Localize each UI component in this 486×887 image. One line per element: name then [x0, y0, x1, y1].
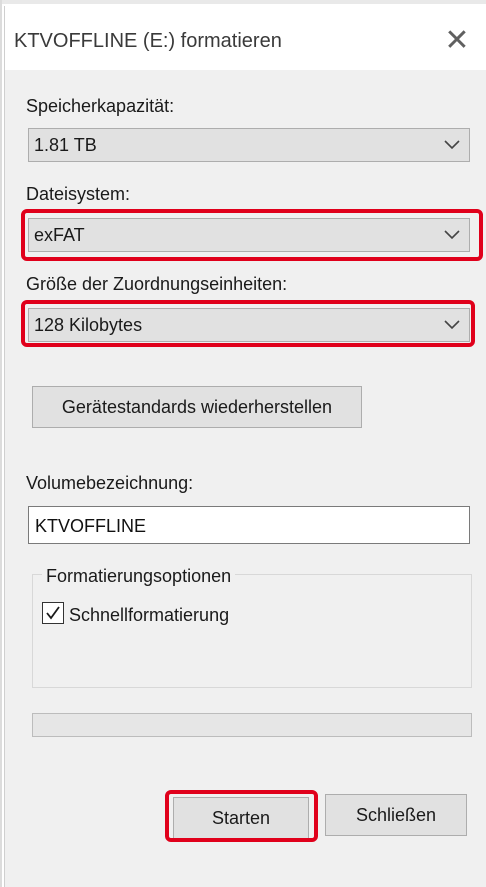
quick-format-label[interactable]: Schnellformatierung [69, 605, 229, 626]
capacity-value: 1.81 TB [34, 135, 97, 155]
volume-label: Volumebezeichnung: [26, 473, 194, 493]
quick-format-checkbox[interactable] [42, 602, 64, 624]
volume-label-value: KTVOFFLINE [35, 516, 147, 536]
dialog-title: KTVOFFLINE (E:) formatieren [14, 30, 282, 52]
allocation-highlight [21, 300, 475, 347]
allocation-label: Größe der Zuordnungseinheiten: [26, 274, 288, 294]
close-button[interactable]: ✕ [439, 24, 475, 58]
progress-bar [32, 713, 472, 737]
restore-defaults-button[interactable]: Gerätestandards wiederherstellen [32, 386, 362, 428]
capacity-label: Speicherkapazität: [26, 96, 175, 116]
filesystem-label: Dateisystem: [26, 184, 131, 204]
close-dialog-button[interactable]: Schließen [325, 794, 467, 836]
close-icon: ✕ [444, 23, 470, 58]
start-highlight [165, 790, 318, 842]
format-options-group [32, 574, 472, 688]
filesystem-highlight [21, 209, 483, 261]
format-dialog: KTVOFFLINE (E:) formatieren ✕ Speicherka… [4, 6, 486, 887]
background-window-edge [0, 0, 486, 4]
format-options-legend: Formatierungsoptionen [42, 566, 236, 587]
checkmark-icon [46, 606, 60, 620]
background-window-edge-left [0, 0, 2, 887]
volume-label-input[interactable]: KTVOFFLINE [28, 506, 470, 544]
chevron-down-icon [444, 140, 460, 150]
title-bar[interactable]: KTVOFFLINE (E:) formatieren ✕ [5, 6, 486, 70]
capacity-dropdown[interactable]: 1.81 TB [28, 128, 470, 162]
